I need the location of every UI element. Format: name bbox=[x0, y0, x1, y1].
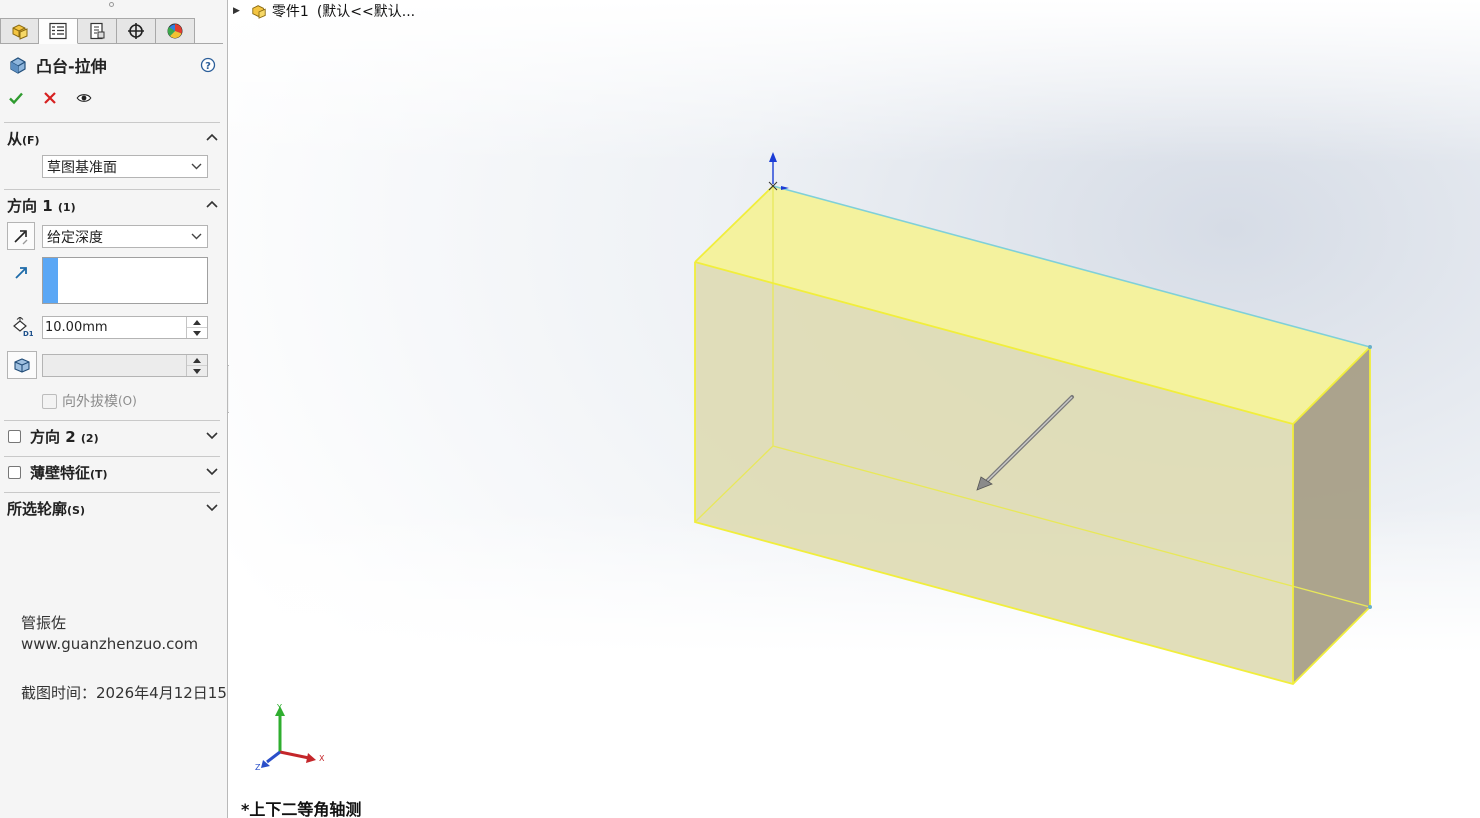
start-condition-value: 草图基准面 bbox=[47, 159, 117, 176]
ok-button[interactable] bbox=[8, 89, 24, 107]
help-icon[interactable]: ? bbox=[200, 57, 216, 73]
configuration-manager-tab[interactable] bbox=[78, 18, 117, 44]
direction1-section-title: 方向 1 (1) bbox=[7, 196, 76, 215]
direction-selection-box[interactable] bbox=[42, 257, 208, 304]
boss-extrude-icon bbox=[10, 57, 26, 74]
watermark-author: 管振佐 bbox=[21, 614, 67, 632]
draft-toggle-button[interactable] bbox=[7, 351, 37, 379]
depth-spinner[interactable] bbox=[186, 317, 207, 338]
property-manager-tab[interactable] bbox=[39, 18, 78, 44]
preview-eye-icon bbox=[76, 94, 92, 102]
dimxpert-manager-tab[interactable] bbox=[117, 18, 156, 44]
view-orientation-label: *上下二等角轴测 bbox=[241, 800, 362, 818]
feature-title-row: 凸台-拉伸 ? bbox=[8, 53, 220, 77]
spin-down-icon bbox=[193, 368, 201, 374]
direction1-section-header[interactable]: 方向 1 (1) bbox=[0, 193, 228, 217]
preview-button[interactable] bbox=[76, 89, 92, 107]
from-section-header[interactable]: 从(F) bbox=[0, 126, 228, 150]
property-manager-panel: 凸台-拉伸 ? 从(F) 草图基准面 方向 1 (1) 给定深度 D1 10.0… bbox=[0, 0, 228, 818]
chevron-down-icon bbox=[191, 233, 202, 240]
svg-text:D1: D1 bbox=[23, 330, 33, 337]
direction2-checkbox[interactable] bbox=[8, 429, 21, 443]
watermark-time: 截图时间：2026年4月12日15 bbox=[21, 684, 227, 702]
end-condition-select[interactable]: 给定深度 bbox=[42, 225, 208, 248]
display-manager-tab[interactable] bbox=[156, 18, 195, 44]
from-section-title: 从(F) bbox=[7, 129, 40, 148]
chevron-up-icon bbox=[206, 133, 218, 141]
triad-y-label: Y bbox=[276, 703, 282, 712]
spin-down-icon bbox=[193, 330, 201, 336]
selected-contours-section-title: 所选轮廓(S) bbox=[7, 499, 85, 518]
draft-outward-label: 向外拔模 bbox=[62, 394, 118, 410]
reverse-direction-button[interactable] bbox=[7, 222, 35, 250]
draft-angle-input[interactable] bbox=[42, 354, 208, 377]
draft-icon bbox=[14, 358, 30, 373]
thin-feature-section-header[interactable]: 薄壁特征(T) bbox=[0, 460, 228, 484]
chevron-up-icon bbox=[206, 200, 218, 208]
direction2-section-header[interactable]: 方向 2 (2) bbox=[0, 424, 228, 448]
reference-triad: Y X Z bbox=[255, 703, 325, 772]
selected-contours-section-header[interactable]: 所选轮廓(S) bbox=[0, 496, 228, 520]
cancel-button[interactable] bbox=[42, 89, 58, 107]
part-icon bbox=[12, 24, 27, 40]
spin-up-icon bbox=[193, 319, 201, 325]
triad-z-label: Z bbox=[255, 763, 261, 772]
feature-manager-tab[interactable] bbox=[0, 18, 39, 44]
direction2-section-title: 方向 2 (2) bbox=[30, 427, 99, 446]
chevron-down-icon bbox=[206, 504, 218, 512]
draft-angle-spinner[interactable] bbox=[186, 355, 207, 376]
end-condition-value: 给定深度 bbox=[47, 229, 103, 246]
action-buttons bbox=[8, 88, 92, 108]
chevron-down-icon bbox=[206, 432, 218, 440]
extrude-preview bbox=[694, 152, 1372, 686]
chevron-down-icon bbox=[206, 468, 218, 476]
crosshair-icon bbox=[128, 23, 144, 39]
ok-check-icon bbox=[9, 92, 23, 105]
manager-tabs bbox=[0, 18, 223, 44]
cancel-x-icon bbox=[44, 92, 56, 104]
feature-title: 凸台-拉伸 bbox=[36, 57, 107, 76]
panel-splitter[interactable] bbox=[0, 0, 228, 12]
thin-feature-checkbox[interactable] bbox=[8, 465, 21, 479]
draft-outward-checkbox[interactable]: 向外拔模 (O) bbox=[42, 391, 137, 411]
watermark-site: www.guanzhenzuo.com bbox=[21, 635, 199, 653]
direction-vector-icon bbox=[15, 267, 27, 279]
thin-feature-section-title: 薄壁特征(T) bbox=[30, 463, 108, 482]
start-condition-select[interactable]: 草图基准面 bbox=[42, 155, 208, 178]
depth-dimension-icon: D1 bbox=[13, 317, 33, 337]
chevron-down-icon bbox=[191, 163, 202, 170]
triad-x-label: X bbox=[319, 754, 325, 763]
svg-text:?: ? bbox=[205, 61, 211, 72]
graphics-viewport[interactable]: ▶ 零件1 (默认<<默认... Y X Z *上下二等角轴测 bbox=[229, 0, 1480, 818]
depth-value: 10.00mm bbox=[45, 320, 108, 335]
reverse-direction-icon bbox=[14, 230, 28, 245]
spin-up-icon bbox=[193, 357, 201, 363]
depth-input[interactable]: 10.00mm bbox=[42, 316, 208, 339]
watermark-text: 管振佐 www.guanzhenzuo.com 截图时间：2026年4月12日1… bbox=[21, 613, 227, 704]
property-list-icon bbox=[49, 22, 67, 40]
configuration-icon bbox=[90, 22, 105, 40]
appearance-pie-icon bbox=[167, 23, 183, 39]
